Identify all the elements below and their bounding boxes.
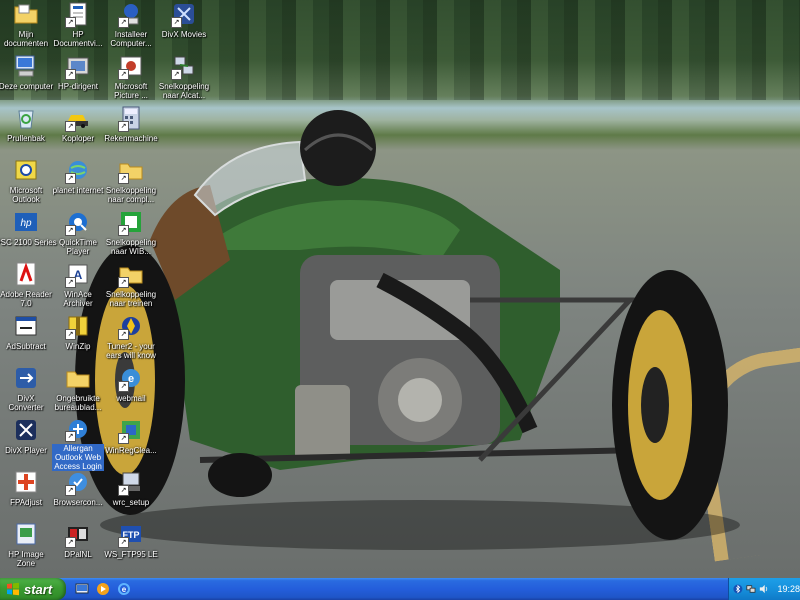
taskbar: start e 19:28 <box>0 578 800 600</box>
divx-movies-icon <box>170 0 198 28</box>
desktop-icon-wrc-setup[interactable]: wrc_setup <box>93 468 169 522</box>
show-desktop-icon[interactable] <box>74 581 90 597</box>
koploper-icon <box>64 104 92 132</box>
fpadjust-icon <box>12 468 40 496</box>
network-icon[interactable] <box>746 583 756 595</box>
winzip-icon <box>64 312 92 340</box>
svg-text:A: A <box>74 268 83 282</box>
outlook-icon <box>12 156 40 184</box>
tuner-icon <box>117 312 145 340</box>
desktop-icon-rekenmachine[interactable]: Rekenmachine <box>93 104 169 158</box>
divx-player-icon <box>12 416 40 444</box>
adobe-reader-icon <box>12 260 40 288</box>
desktop-icon-snelkoppeling-alcatel[interactable]: Snelkoppeling naar Alcat... <box>146 52 222 106</box>
svg-text:FTP: FTP <box>123 530 140 540</box>
my-computer-icon <box>12 52 40 80</box>
system-tray: 19:28 <box>728 578 800 600</box>
ws-ftp-icon: FTP <box>117 520 145 548</box>
svg-text:e: e <box>128 373 134 385</box>
webmail-icon: e <box>117 364 145 392</box>
folder-documents-icon <box>12 0 40 28</box>
divx-converter-icon <box>12 364 40 392</box>
winregclean-icon <box>117 416 145 444</box>
dpal-icon <box>64 520 92 548</box>
installer-icon <box>117 0 145 28</box>
folder-shortcut-icon <box>117 156 145 184</box>
owa-login-icon <box>64 416 92 442</box>
adsubtract-icon <box>12 312 40 340</box>
desktop-icon-snelkoppeling-wib[interactable]: Snelkoppeling naar WIB... <box>93 208 169 262</box>
svg-text:e: e <box>122 585 127 594</box>
hp-image-zone-icon <box>12 520 40 548</box>
start-label: start <box>24 581 53 597</box>
volume-icon[interactable] <box>759 583 769 595</box>
browser-config-icon <box>64 468 92 496</box>
folder-trains-icon <box>117 260 145 288</box>
calculator-icon <box>117 104 145 132</box>
taskbar-clock[interactable]: 19:28 <box>777 584 800 594</box>
desktop-icon-ws-ftp95[interactable]: FTP WS_FTP95 LE <box>93 520 169 574</box>
recycle-bin-icon <box>12 104 40 132</box>
windows-flag-icon <box>7 582 19 596</box>
green-shortcut-icon <box>117 208 145 236</box>
desktop-icon-winregclean[interactable]: WinRegClea... <box>93 416 169 470</box>
hp-director-icon <box>64 52 92 80</box>
desktop-icon-webmail[interactable]: e webmail <box>93 364 169 418</box>
document-viewer-icon <box>64 0 92 28</box>
media-player-icon[interactable] <box>95 581 111 597</box>
unused-desktop-folder-icon <box>64 364 92 392</box>
desktop-icon-snelkoppeling-compl[interactable]: Snelkoppeling naar compl... <box>93 156 169 210</box>
quick-launch-bar: e <box>74 581 132 597</box>
quicktime-icon <box>64 208 92 236</box>
svg-text:hp: hp <box>20 218 32 229</box>
desktop[interactable]: Mijn documenten Deze computer Prullenbak… <box>0 0 800 578</box>
desktop-icon-tuner2[interactable]: Tuner2 - your ears will know <box>93 312 169 366</box>
winace-icon: A <box>64 260 92 288</box>
desktop-icon-divx-movies[interactable]: DivX Movies <box>146 0 222 54</box>
start-button[interactable]: start <box>0 578 66 600</box>
hp-printer-icon: hp <box>12 208 40 236</box>
picture-it-icon <box>117 52 145 80</box>
bluetooth-icon[interactable] <box>733 583 743 595</box>
network-shortcut-icon <box>170 52 198 80</box>
desktop-icon-snelkoppeling-treinen[interactable]: Snelkoppeling naar treinen <box>93 260 169 314</box>
wrc-setup-icon <box>117 468 145 496</box>
planet-internet-icon <box>64 156 92 184</box>
internet-explorer-icon[interactable]: e <box>116 581 132 597</box>
